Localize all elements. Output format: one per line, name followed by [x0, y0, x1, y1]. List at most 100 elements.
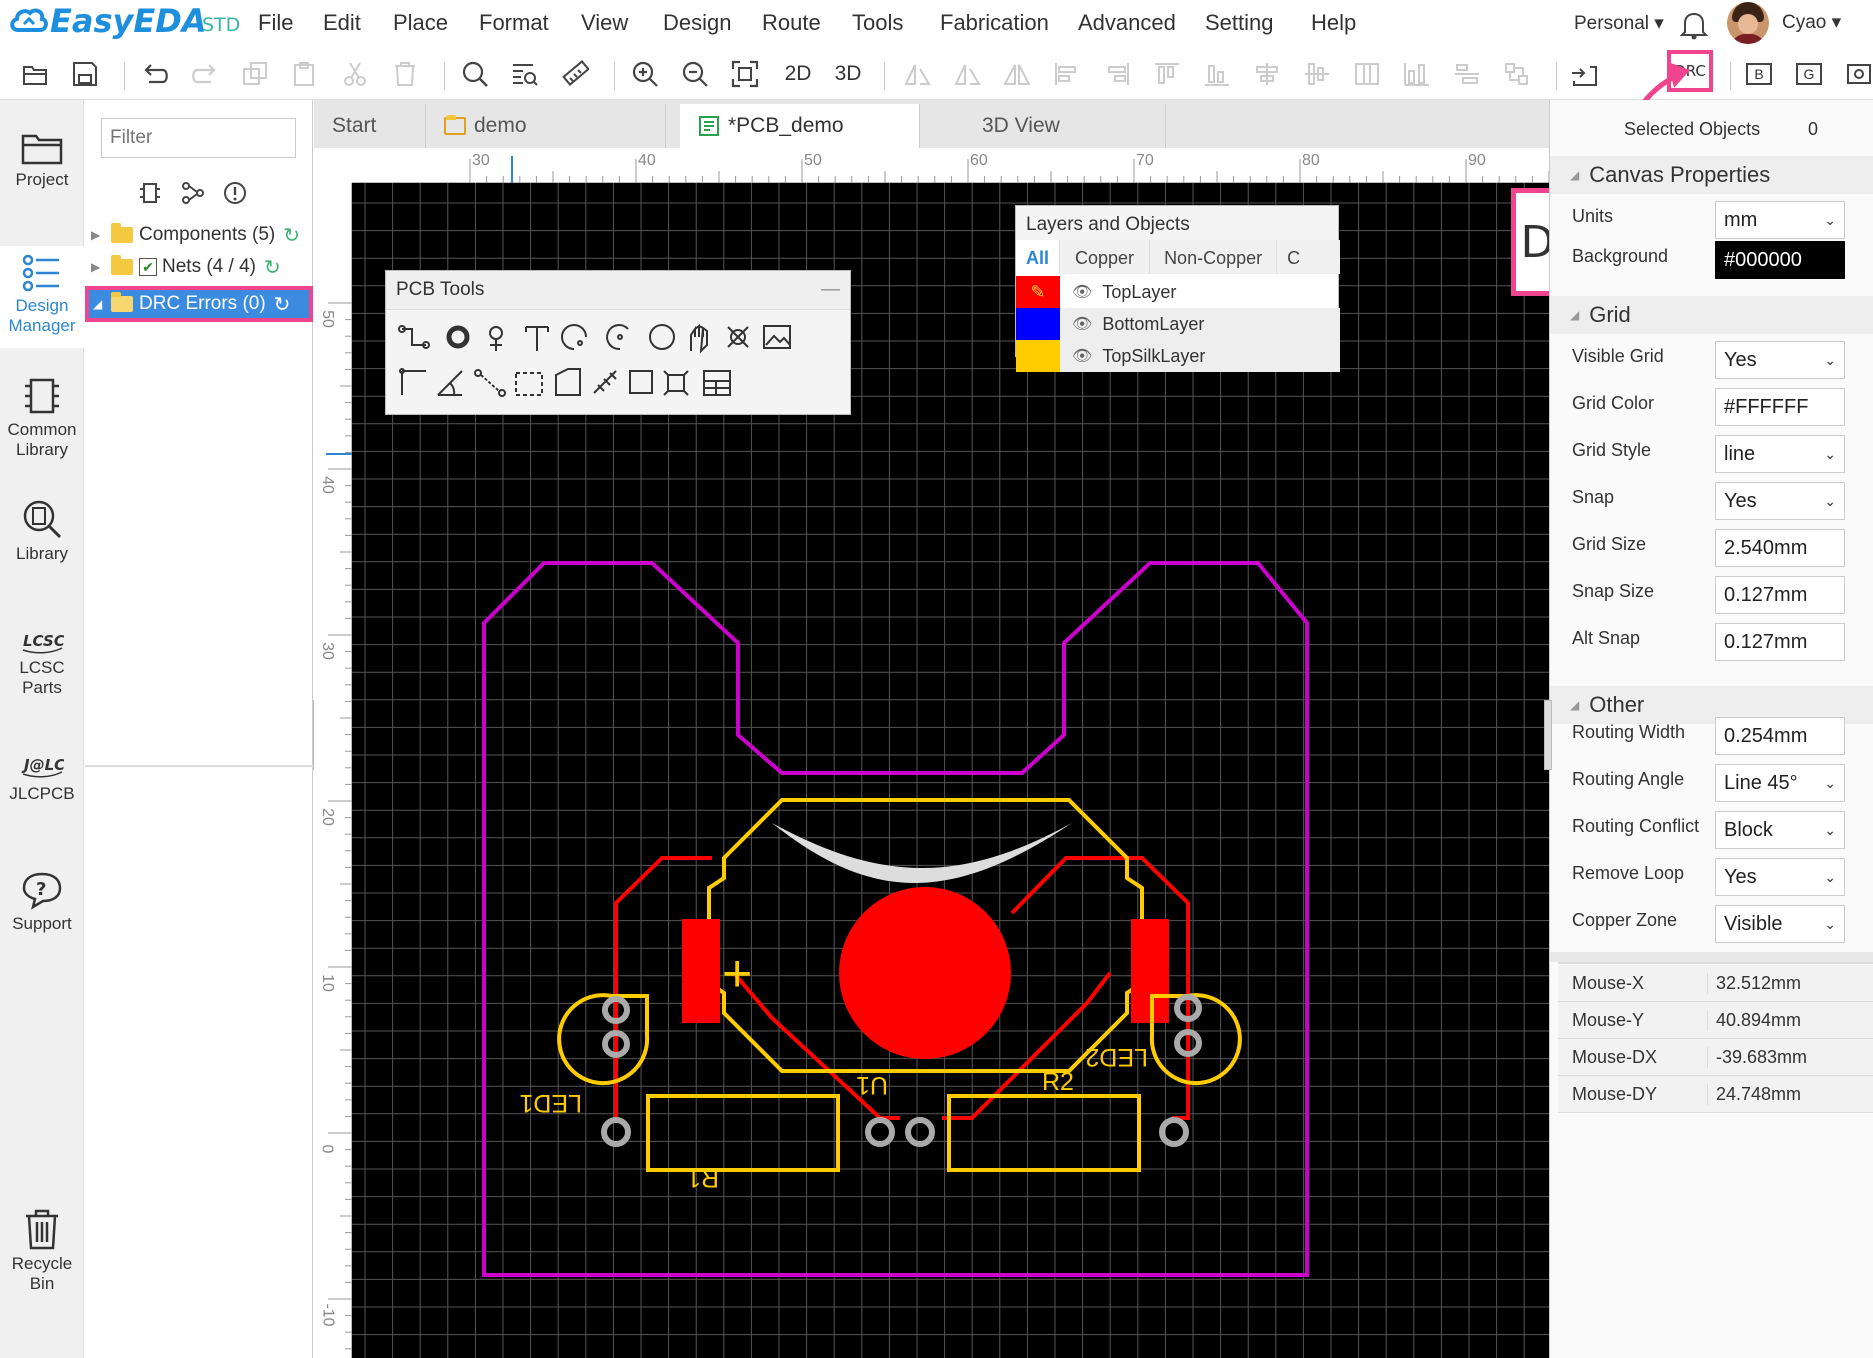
view-3d-button[interactable]: 3D	[831, 57, 865, 91]
pcb-tools-panel[interactable]: PCB Tools —	[385, 270, 851, 415]
eye-icon[interactable]: 👁	[1072, 314, 1092, 334]
rotate-left-button[interactable]	[900, 57, 934, 91]
nav-recycle-bin[interactable]: Recycle Bin	[0, 1208, 84, 1294]
units-select[interactable]: mm ⌄	[1715, 201, 1845, 239]
layers-tab-other[interactable]: C	[1276, 240, 1310, 274]
menu-help[interactable]: Help	[1311, 10, 1356, 36]
section-canvas-properties[interactable]: ◢ Canvas Properties	[1550, 156, 1873, 194]
refresh-icon[interactable]: ↻	[274, 292, 291, 317]
nets-checkbox[interactable]: ✔	[139, 258, 157, 276]
align-center-v-button[interactable]	[1250, 57, 1284, 91]
minimize-icon[interactable]: —	[821, 279, 840, 301]
distribute-button[interactable]	[1350, 57, 1384, 91]
menu-route[interactable]: Route	[762, 10, 821, 36]
nav-project[interactable]: Project	[0, 128, 84, 190]
pcb-canvas[interactable]: LED1 LED2 U1 R2 R1 + PCB Tools — Layers …	[352, 183, 1549, 1358]
layers-tab-non-copper[interactable]: Non-Copper	[1149, 240, 1276, 274]
align-left-button[interactable]	[1050, 57, 1084, 91]
layer-color-swatch[interactable]	[1016, 308, 1060, 340]
remove-loop-select[interactable]: Yes ⌄	[1715, 858, 1845, 896]
layer-row-topsilk[interactable]: 👁 TopSilkLayer	[1016, 340, 1340, 372]
copy-button[interactable]	[238, 57, 272, 91]
tab-pcb-demo[interactable]: *PCB_demo	[680, 104, 920, 148]
menu-fabrication[interactable]: Fabrication	[940, 10, 1049, 36]
nav-design-manager[interactable]: Design Manager	[0, 246, 84, 348]
nav-common-library[interactable]: Common Library	[0, 376, 84, 460]
menu-format[interactable]: Format	[479, 10, 549, 36]
nets-filter-icon[interactable]	[181, 181, 205, 205]
menu-view[interactable]: View	[581, 10, 628, 36]
routing-angle-select[interactable]: Line 45° ⌄	[1715, 764, 1845, 802]
view-2d-button[interactable]: 2D	[781, 57, 815, 91]
tree-drc-errors[interactable]: ◢ DRC Errors (0) ↻	[85, 286, 313, 322]
routing-width-input[interactable]: 0.254mm	[1715, 717, 1845, 755]
nav-library[interactable]: Library	[0, 498, 84, 564]
drc-filter-icon[interactable]	[223, 181, 247, 205]
copper-zone-select[interactable]: Visible ⌄	[1715, 905, 1845, 943]
filter-input[interactable]	[101, 118, 296, 158]
easyeda-logo[interactable]	[8, 4, 48, 36]
menu-file[interactable]: File	[258, 10, 293, 36]
open-folder-button[interactable]	[18, 57, 52, 91]
board-outline-button[interactable]: B	[1742, 57, 1776, 91]
align-right-button[interactable]	[1100, 57, 1134, 91]
import-changes-button[interactable]	[1568, 57, 1602, 91]
fit-view-button[interactable]	[728, 57, 762, 91]
layers-panel-title[interactable]: Layers and Objects	[1016, 206, 1338, 244]
user-menu[interactable]: Cyao ▾	[1782, 11, 1841, 34]
menu-place[interactable]: Place	[393, 10, 448, 36]
save-button[interactable]	[68, 57, 102, 91]
align-bottom-button[interactable]	[1200, 57, 1234, 91]
tab-start[interactable]: Start	[314, 104, 426, 148]
menu-setting[interactable]: Setting	[1205, 10, 1274, 36]
avatar[interactable]	[1727, 2, 1769, 44]
redo-button[interactable]	[188, 57, 222, 91]
nav-support[interactable]: ? Support	[0, 870, 84, 934]
eye-icon[interactable]: 👁	[1072, 346, 1092, 366]
layer-color-swatch[interactable]: ✎	[1016, 276, 1060, 308]
panel-resize-handle[interactable]	[1544, 700, 1552, 770]
background-color-input[interactable]: #000000	[1715, 241, 1845, 279]
zoom-in-button[interactable]	[628, 57, 662, 91]
undo-button[interactable]	[138, 57, 172, 91]
zoom-out-button[interactable]	[678, 57, 712, 91]
tab-demo[interactable]: demo	[426, 104, 666, 148]
components-filter-icon[interactable]	[138, 181, 162, 205]
layers-panel[interactable]: Layers and Objects All Copper Non-Copper…	[1015, 205, 1340, 372]
delete-button[interactable]	[388, 57, 422, 91]
align-center-h-button[interactable]	[1300, 57, 1334, 91]
snap-select[interactable]: Yes ⌄	[1715, 482, 1845, 520]
tab-3d-view[interactable]: 3D View	[920, 104, 1166, 148]
eye-icon[interactable]: 👁	[1072, 282, 1092, 302]
tree-components[interactable]: ▶ Components (5) ↻	[91, 219, 307, 251]
cut-button[interactable]	[338, 57, 372, 91]
nav-lcsc-parts[interactable]: LCSC LCSC Parts	[0, 624, 84, 698]
settings-partial-button[interactable]	[1842, 57, 1873, 91]
tree-nets[interactable]: ▶ ✔ Nets (4 / 4) ↻	[91, 251, 307, 283]
layer-row-top[interactable]: ✎ 👁 TopLayer	[1016, 276, 1340, 308]
grid-size-input[interactable]: 2.540mm	[1715, 529, 1845, 567]
layer-color-swatch[interactable]	[1016, 340, 1060, 372]
flip-horizontal-button[interactable]	[1000, 57, 1034, 91]
routing-conflict-select[interactable]: Block ⌄	[1715, 811, 1845, 849]
distribute-h-button[interactable]	[1450, 57, 1484, 91]
distribute-v-button[interactable]	[1400, 57, 1434, 91]
account-selector[interactable]: Personal ▾	[1574, 12, 1664, 35]
layer-row-bottom[interactable]: 👁 BottomLayer	[1016, 308, 1340, 340]
rotate-right-button[interactable]	[950, 57, 984, 91]
refresh-icon[interactable]: ↻	[283, 223, 300, 248]
align-top-button[interactable]	[1150, 57, 1184, 91]
grid-style-select[interactable]: line ⌄	[1715, 435, 1845, 473]
paste-button[interactable]	[288, 57, 322, 91]
snap-size-input[interactable]: 0.127mm	[1715, 576, 1845, 614]
measure-button[interactable]	[558, 57, 592, 91]
nav-jlcpcb[interactable]: J@LC JLCPCB	[0, 750, 84, 804]
group-button[interactable]	[1500, 57, 1534, 91]
layers-tab-all[interactable]: All	[1016, 240, 1060, 274]
generate-gerber-button[interactable]: G	[1792, 57, 1826, 91]
alt-snap-input[interactable]: 0.127mm	[1715, 623, 1845, 661]
search-button[interactable]	[458, 57, 492, 91]
visible-grid-select[interactable]: Yes ⌄	[1715, 341, 1845, 379]
pcb-tools-title[interactable]: PCB Tools —	[386, 271, 850, 310]
menu-edit[interactable]: Edit	[323, 10, 361, 36]
